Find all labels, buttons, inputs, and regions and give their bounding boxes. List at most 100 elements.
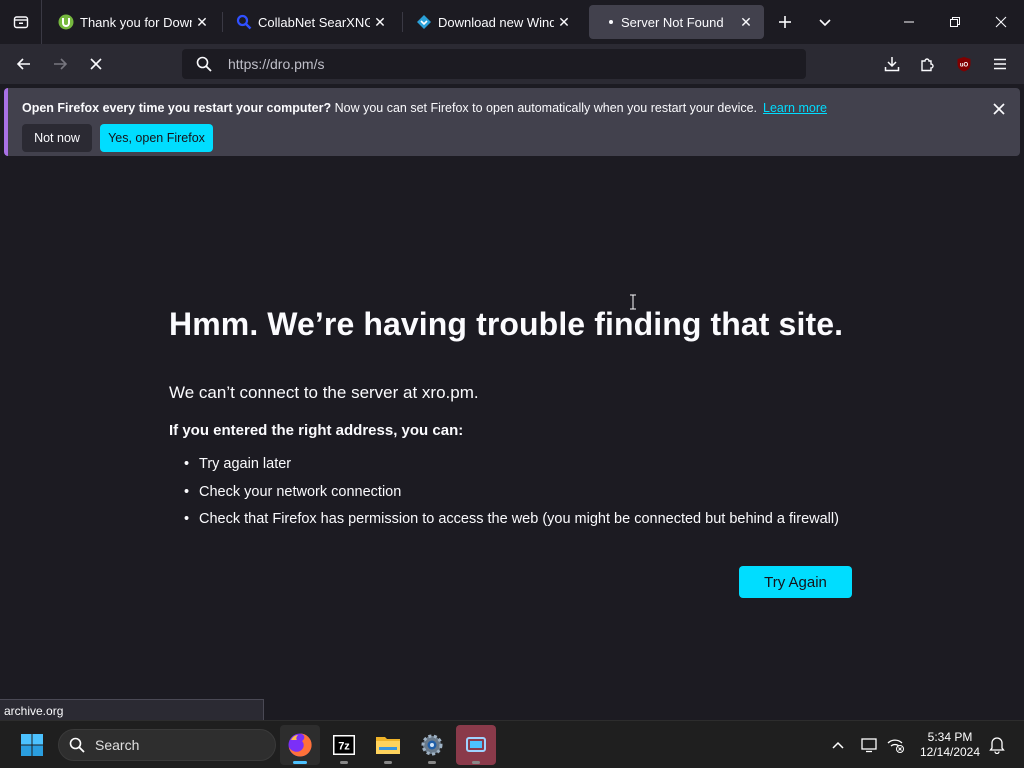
ublock-origin-button[interactable]: uO [948, 48, 980, 80]
gear-icon [421, 734, 443, 756]
search-icon [68, 736, 86, 754]
taskbar-7zip[interactable]: 7z [324, 725, 364, 765]
minimize-icon [904, 21, 914, 23]
svg-text:7z: 7z [338, 741, 350, 753]
running-indicator [340, 761, 348, 764]
clock-time: 5:34 PM [927, 730, 973, 744]
notification-bar: Open Firefox every time you restart your… [4, 88, 1020, 156]
tab-title: Download new Windo [438, 14, 554, 30]
search-label: Search [95, 737, 140, 753]
tab-server-not-found[interactable]: Server Not Found ✕ [589, 5, 764, 39]
text-cursor-icon [630, 294, 636, 310]
chevron-up-icon [832, 741, 844, 749]
taskbar-clock[interactable]: 5:34 PM 12/14/2024 [916, 730, 984, 760]
tab-title: CollabNet SearXNG [258, 14, 370, 30]
network-disconnected-icon [887, 739, 904, 753]
navigation-toolbar: uO [0, 44, 1024, 84]
tray-network-button[interactable] [884, 733, 908, 757]
hamburger-menu-icon [994, 58, 1006, 70]
error-subtitle: If you entered the right address, you ca… [169, 422, 464, 439]
running-indicator [472, 761, 480, 764]
learn-more-link[interactable]: Learn more [763, 101, 827, 115]
stop-button[interactable] [80, 48, 112, 80]
tray-display-icon-button[interactable] [858, 733, 882, 757]
notification-text: Now you can set Firefox to open automati… [331, 101, 758, 115]
arrow-right-icon [54, 58, 68, 70]
download-icon [884, 57, 900, 72]
download-site-icon [416, 14, 432, 30]
url-bar[interactable] [182, 49, 806, 79]
forward-button[interactable] [44, 48, 76, 80]
stop-x-icon [90, 58, 102, 70]
tab-title: Thank you for Downlo [80, 14, 192, 30]
running-indicator [384, 761, 392, 764]
try-again-button[interactable]: Try Again [739, 566, 852, 598]
7zip-icon: 7z [333, 735, 355, 755]
plus-icon [779, 16, 791, 28]
status-panel: archive.org [0, 699, 264, 721]
list-item: Check your network connection [184, 484, 839, 512]
tab-download-windows[interactable]: Download new Windo ✕ [402, 5, 582, 39]
running-indicator [428, 761, 436, 764]
minimize-button[interactable] [886, 0, 932, 44]
taskbar-search[interactable]: Search [58, 729, 276, 761]
taskbar-app-window[interactable] [456, 725, 496, 765]
notifications-button[interactable] [985, 733, 1009, 757]
close-tab-icon[interactable]: ✕ [370, 12, 390, 32]
folder-icon [376, 737, 400, 754]
close-window-button[interactable] [978, 0, 1024, 44]
puzzle-icon [921, 58, 934, 72]
taskbar-file-explorer[interactable] [368, 725, 408, 765]
error-description: We can’t connect to the server at xro.pm… [169, 383, 479, 402]
close-tab-icon[interactable]: ✕ [736, 12, 756, 32]
monitor-icon [861, 738, 877, 753]
taskbar-settings[interactable] [412, 725, 452, 765]
close-icon [995, 16, 1007, 28]
start-button[interactable] [20, 733, 44, 757]
svg-text:uO: uO [960, 63, 969, 69]
loading-dot-icon [607, 14, 615, 30]
list-item: Try again later [184, 456, 839, 484]
running-indicator [293, 761, 307, 764]
downloads-button[interactable] [876, 48, 908, 80]
restore-button[interactable] [932, 0, 978, 44]
windows-taskbar: Search 7z 5:34 PM 12/14/2024 [0, 720, 1024, 768]
not-now-button[interactable]: Not now [22, 124, 92, 152]
show-hidden-icons-button[interactable] [826, 733, 850, 757]
yes-open-firefox-button[interactable]: Yes, open Firefox [100, 124, 213, 152]
notification-bold-text: Open Firefox every time you restart your… [22, 101, 332, 115]
back-button[interactable] [8, 48, 40, 80]
firefox-view-icon [13, 16, 28, 29]
error-title: Hmm. We’re having trouble finding that s… [169, 306, 844, 342]
menu-button[interactable] [984, 48, 1016, 80]
ublock-icon: uO [957, 57, 971, 72]
close-tab-icon[interactable]: ✕ [554, 12, 574, 32]
clock-date: 12/14/2024 [919, 745, 981, 759]
tab-utorrent[interactable]: Thank you for Downlo ✕ [44, 5, 220, 39]
notification-message: Open Firefox every time you restart your… [22, 101, 827, 115]
app-window-icon [466, 737, 486, 752]
firefox-icon [288, 733, 312, 757]
tab-strip: Thank you for Downlo ✕ CollabNet SearXNG… [0, 0, 1024, 44]
new-tab-button[interactable] [768, 5, 802, 39]
error-page: Hmm. We’re having trouble finding that s… [0, 160, 1024, 720]
searxng-icon [236, 14, 252, 30]
taskbar-firefox[interactable] [280, 725, 320, 765]
suggestion-list: Try again later Check your network conne… [184, 456, 839, 539]
arrow-left-icon [16, 58, 30, 70]
bell-icon [989, 737, 1005, 754]
extensions-button[interactable] [912, 48, 944, 80]
tab-searxng[interactable]: CollabNet SearXNG ✕ [222, 5, 398, 39]
url-input[interactable] [228, 56, 768, 72]
chevron-down-icon [819, 19, 831, 27]
windows-logo-icon [21, 734, 43, 756]
restore-icon [950, 17, 960, 27]
utorrent-icon [58, 14, 74, 30]
close-notification-button[interactable] [988, 98, 1010, 120]
close-tab-icon[interactable]: ✕ [192, 12, 212, 32]
search-icon [196, 56, 212, 72]
list-item: Check that Firefox has permission to acc… [184, 511, 839, 539]
tab-title: Server Not Found [621, 14, 724, 30]
firefox-view-button[interactable] [0, 0, 42, 44]
list-all-tabs-button[interactable] [808, 5, 842, 39]
